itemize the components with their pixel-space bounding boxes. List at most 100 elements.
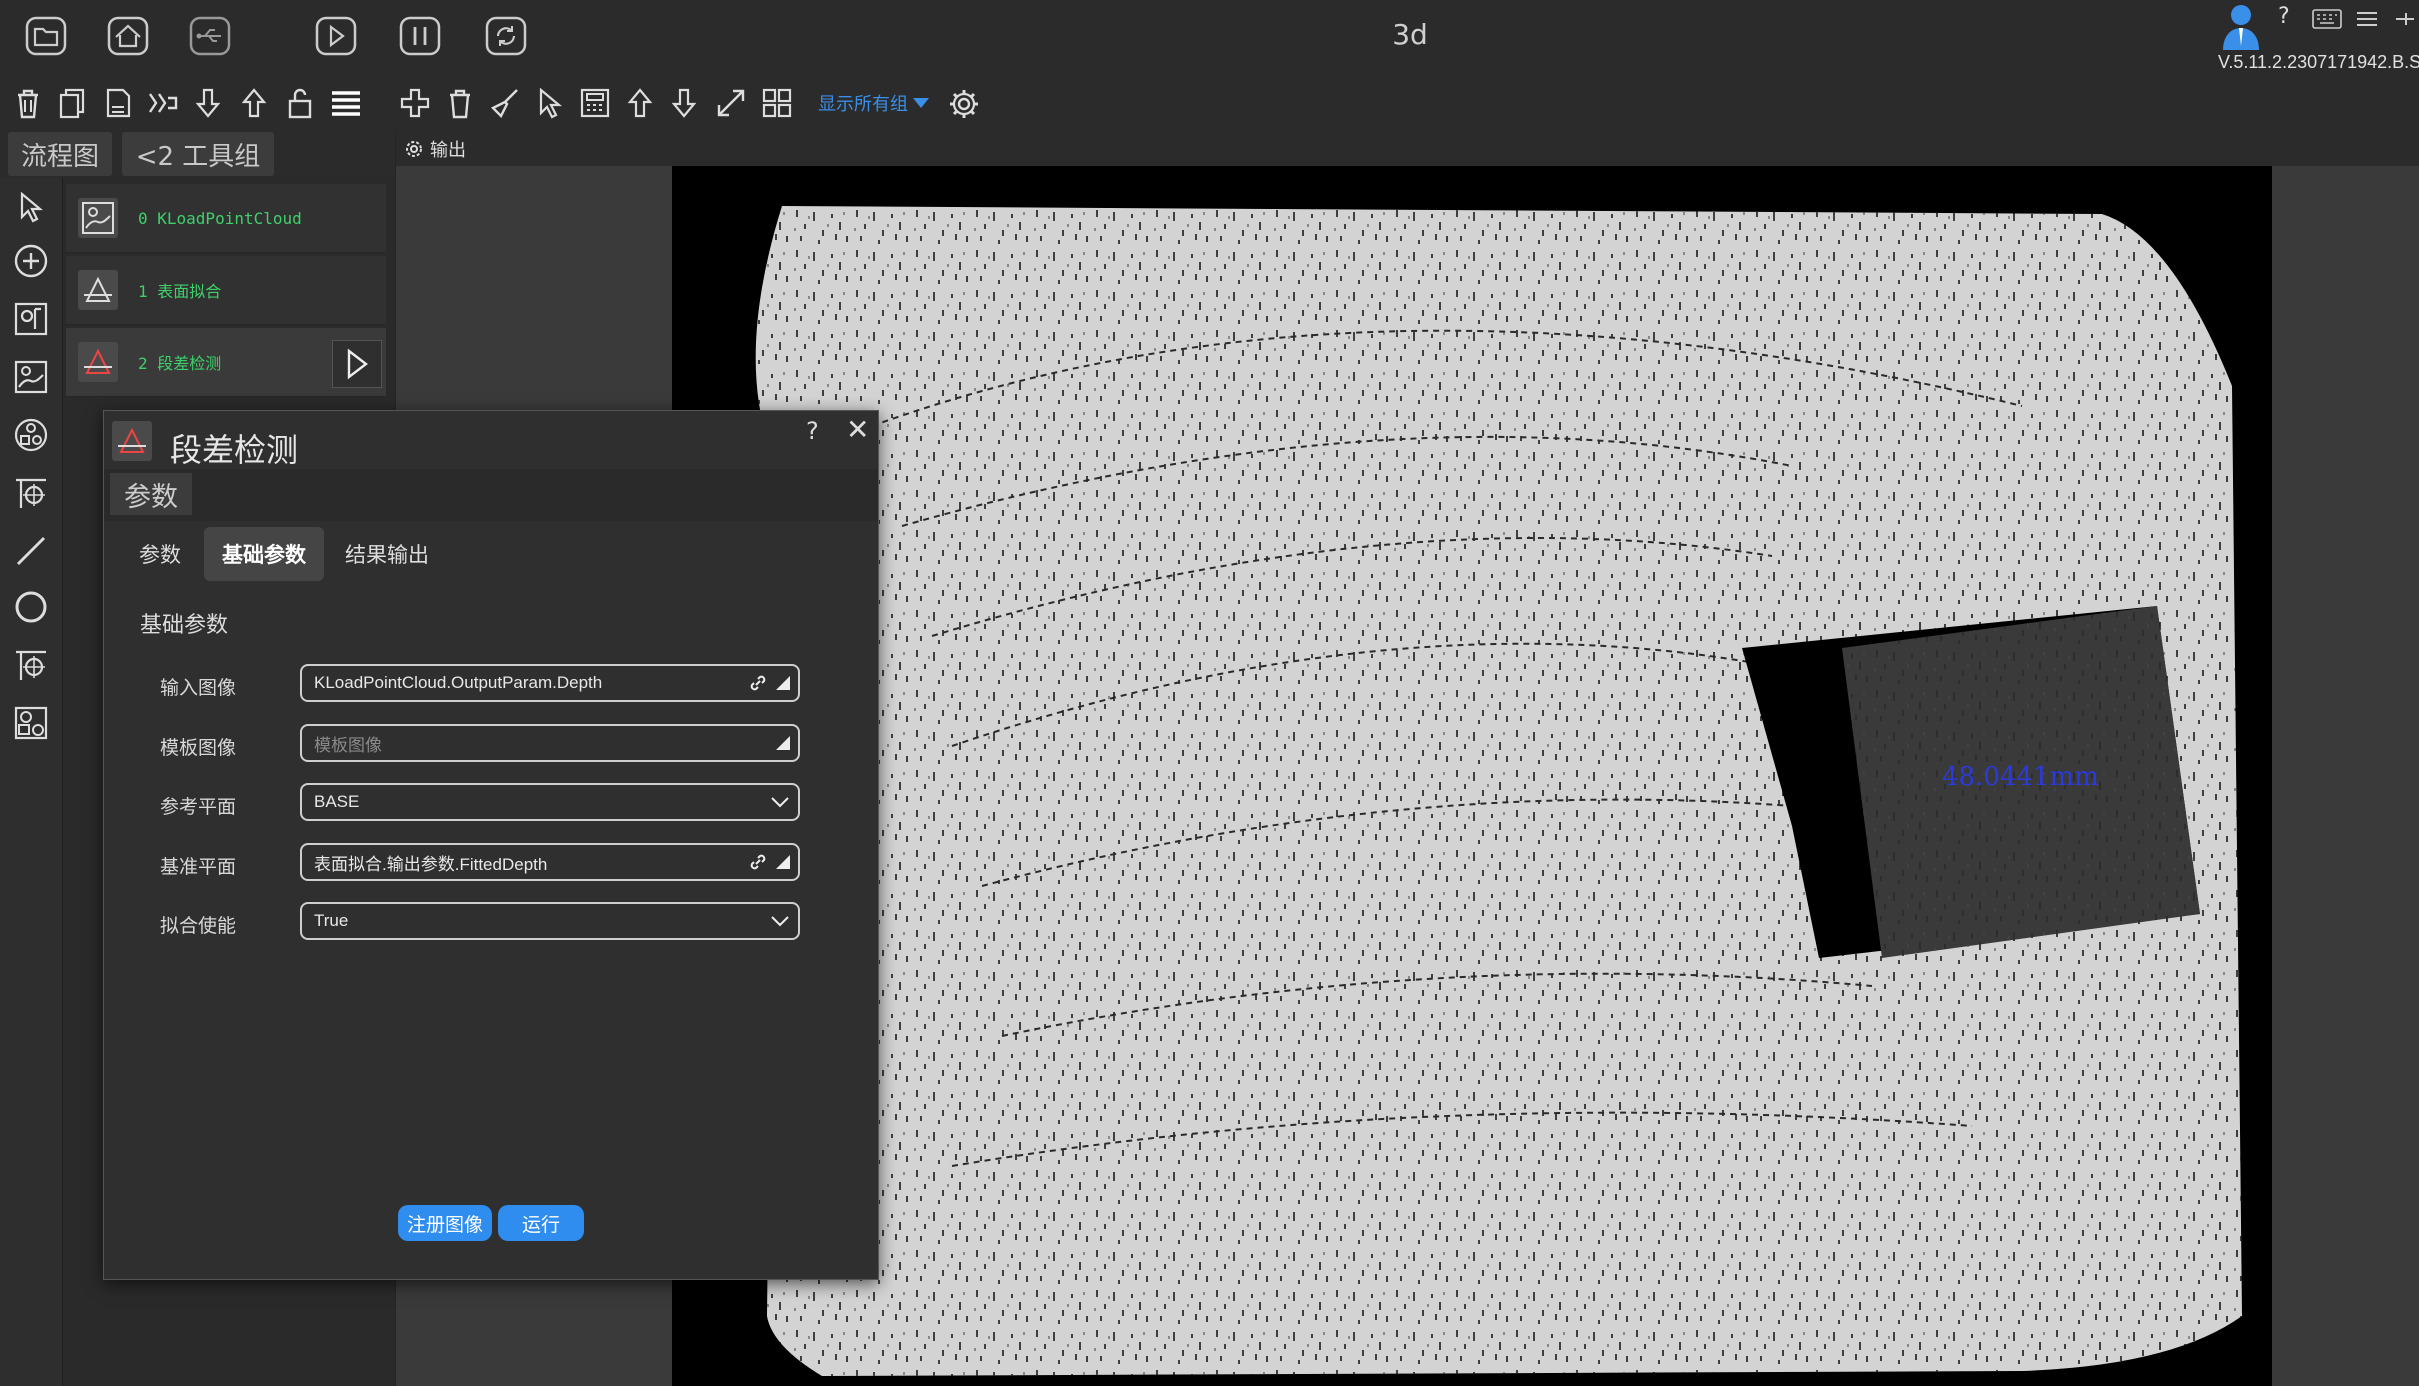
- chevron-down-icon: [770, 915, 790, 927]
- home-icon[interactable]: [104, 14, 152, 58]
- node-label: 2 段差检测: [138, 354, 222, 373]
- keyboard-icon[interactable]: [2312, 8, 2342, 30]
- settings-gear-icon: [404, 139, 424, 159]
- close-icon[interactable]: ✕: [846, 413, 869, 446]
- grid-icon[interactable]: [760, 86, 794, 120]
- user-avatar-icon[interactable]: [2214, 0, 2268, 52]
- dialog-title: 段差检测: [170, 431, 299, 469]
- input-image-label: 输入图像: [160, 677, 237, 699]
- step-detect-icon: [78, 342, 118, 382]
- save-icon[interactable]: [102, 86, 134, 120]
- section-header: 参数: [110, 473, 192, 515]
- run-node-play-icon[interactable]: [332, 340, 382, 388]
- select-tool-icon[interactable]: [14, 190, 48, 224]
- loop-icon[interactable]: [482, 14, 530, 58]
- calculator-icon[interactable]: [578, 86, 612, 120]
- base-plane-value: 表面拟合.输出参数.FittedDepth: [314, 854, 548, 874]
- pin-icon[interactable]: [2394, 8, 2416, 30]
- flow-node-0[interactable]: 0 KLoadPointCloud: [66, 184, 386, 253]
- input-image-field[interactable]: KLoadPointCloud.OutputParam.Depth: [300, 664, 800, 702]
- input-image-value: KLoadPointCloud.OutputParam.Depth: [314, 673, 603, 692]
- dialog-help-button[interactable]: ?: [806, 417, 819, 445]
- depth-image-viewport[interactable]: 48.0441mm: [672, 166, 2272, 1386]
- toolbar: 显示所有组: [0, 74, 2419, 130]
- tab-basic-params[interactable]: 基础参数: [204, 527, 324, 581]
- link-icon[interactable]: [748, 673, 768, 693]
- gear-icon[interactable]: [946, 86, 982, 122]
- shapes-tool-icon[interactable]: [12, 416, 50, 454]
- group-filter-dropdown[interactable]: 显示所有组: [818, 90, 930, 116]
- reference-plane-select[interactable]: BASE: [300, 783, 800, 821]
- trash-icon[interactable]: [444, 86, 476, 120]
- link-icon[interactable]: [748, 852, 768, 872]
- menu-icon[interactable]: [2356, 8, 2378, 30]
- register-image-button[interactable]: 注册图像: [398, 1205, 492, 1241]
- arrow-down-icon[interactable]: [668, 86, 700, 120]
- output-label: 输出: [430, 140, 466, 161]
- step-detect-dialog: 段差检测 ? ✕ 参数 参数 基础参数 结果输出 基础参数 输入图像 KLoad…: [103, 410, 879, 1280]
- corner-dropdown-icon[interactable]: [776, 855, 790, 869]
- image-tool-icon[interactable]: [12, 300, 50, 338]
- add-icon[interactable]: [398, 86, 432, 120]
- output-tab[interactable]: 输出: [404, 136, 466, 162]
- caret-down-icon: [912, 97, 930, 109]
- fit-enable-label: 拟合使能: [160, 915, 237, 937]
- move-down-icon[interactable]: [192, 86, 224, 120]
- open-folder-icon[interactable]: [22, 14, 70, 58]
- delete-icon[interactable]: [12, 86, 44, 120]
- fit-enable-value: True: [314, 911, 349, 930]
- resize-icon[interactable]: [714, 86, 748, 120]
- reference-plane-value: BASE: [314, 792, 360, 811]
- template-image-placeholder: 模板图像: [314, 735, 382, 755]
- play-icon[interactable]: [312, 14, 360, 58]
- tab-flowchart[interactable]: 流程图: [8, 132, 112, 176]
- flow-icon[interactable]: [146, 86, 182, 120]
- flow-node-2[interactable]: 2 段差检测: [66, 328, 386, 397]
- flow-node-1[interactable]: 1 表面拟合: [66, 256, 386, 325]
- help-icon[interactable]: ?: [2278, 4, 2290, 29]
- arrow-up-icon[interactable]: [624, 86, 656, 120]
- circle-tool-icon[interactable]: [12, 588, 50, 626]
- geometry-tool-icon[interactable]: [12, 704, 50, 742]
- move-up-icon[interactable]: [238, 86, 270, 120]
- run-button[interactable]: 运行: [498, 1205, 584, 1241]
- list-icon[interactable]: [328, 86, 364, 120]
- template-image-field[interactable]: 模板图像: [300, 724, 800, 762]
- copy-icon[interactable]: [56, 86, 88, 120]
- line-tool-icon[interactable]: [12, 532, 50, 570]
- measurement-label: 48.0441mm: [1942, 762, 2099, 792]
- section-header-bar: 参数: [104, 469, 878, 521]
- reference-plane-label: 参考平面: [160, 796, 237, 818]
- template-image-label: 模板图像: [160, 737, 237, 759]
- chevron-down-icon: [770, 796, 790, 808]
- base-plane-field[interactable]: 表面拟合.输出参数.FittedDepth: [300, 843, 800, 881]
- point-cloud-tool-icon[interactable]: [12, 358, 50, 396]
- tab-params[interactable]: 参数: [120, 527, 200, 581]
- usb-icon[interactable]: [186, 14, 234, 58]
- corner-dropdown-icon[interactable]: [776, 676, 790, 690]
- app-title: 3d: [1392, 18, 1428, 51]
- corner-dropdown-icon[interactable]: [776, 736, 790, 750]
- cursor-icon[interactable]: [534, 86, 566, 120]
- base-plane-label: 基准平面: [160, 856, 237, 878]
- add-circle-icon[interactable]: [12, 242, 50, 280]
- top-bar: 3d ? V.5.11.2.2307171942.B.S.N: [0, 0, 2419, 74]
- pause-icon[interactable]: [396, 14, 444, 58]
- group-title: 基础参数: [140, 613, 229, 638]
- node-label: 1 表面拟合: [138, 282, 222, 301]
- measure-tool-icon[interactable]: [12, 646, 50, 684]
- node-label: 0 KLoadPointCloud: [138, 208, 302, 228]
- tool-palette: [0, 178, 63, 1386]
- tab-toolgroup[interactable]: <2 工具组: [122, 132, 274, 176]
- fit-enable-select[interactable]: True: [300, 902, 800, 940]
- point-cloud-icon: [78, 198, 118, 238]
- dialog-tool-icon: [112, 421, 152, 461]
- broom-icon[interactable]: [488, 86, 522, 120]
- version-label: V.5.11.2.2307171942.B.S.N: [2218, 52, 2419, 72]
- group-filter-label: 显示所有组: [818, 94, 908, 115]
- unlock-icon[interactable]: [284, 86, 316, 120]
- output-header: 输出: [396, 130, 2419, 166]
- locate-tool-icon[interactable]: [12, 474, 50, 512]
- surface-fit-icon: [78, 270, 118, 310]
- tab-result-output[interactable]: 结果输出: [330, 527, 444, 581]
